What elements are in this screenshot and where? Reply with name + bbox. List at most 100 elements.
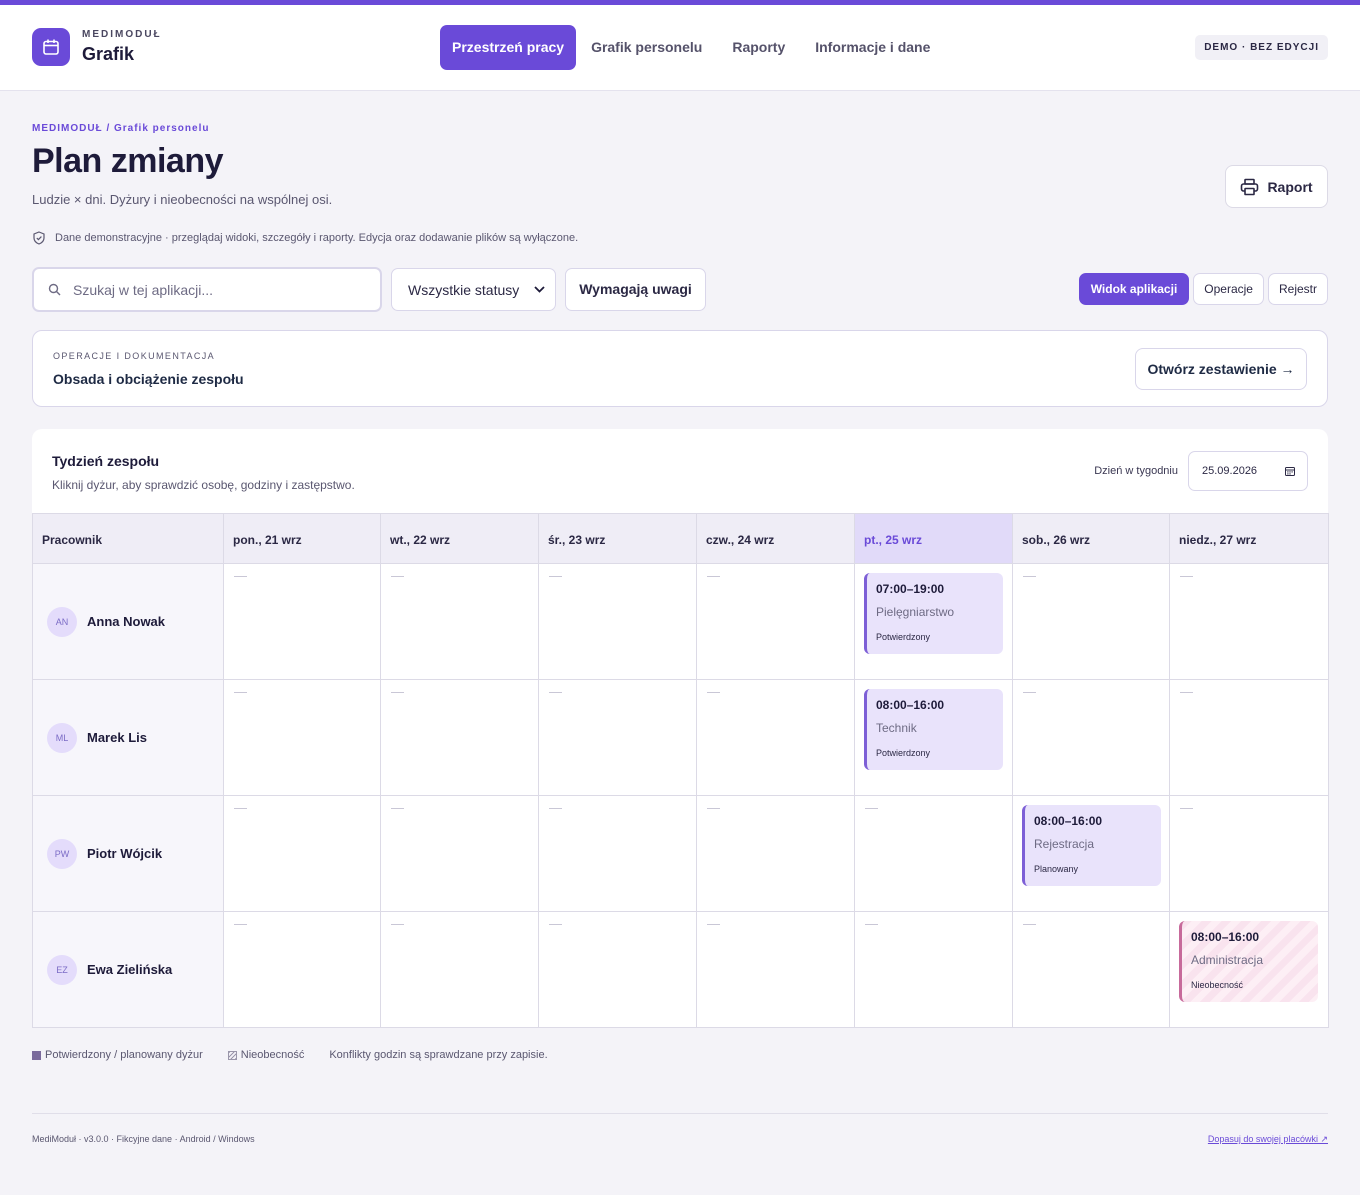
absence-card[interactable]: 08:00–16:00 Administracja Nieobecność — [1179, 921, 1318, 1002]
report-button[interactable]: Raport — [1225, 165, 1328, 208]
employee-cell: ML Marek Lis — [32, 679, 224, 796]
legend-shift: Potwierdzony / planowany dyżur — [32, 1049, 203, 1061]
date-picker[interactable]: 25.09.2026 — [1188, 451, 1308, 491]
empty-dash — [234, 576, 247, 577]
avatar: AN — [47, 606, 77, 637]
empty-dash — [865, 808, 878, 809]
day-cell[interactable] — [538, 911, 697, 1028]
shift-time: 08:00–16:00 — [876, 698, 945, 712]
day-cell[interactable] — [696, 563, 855, 680]
shift-card[interactable]: 08:00–16:00 Technik Potwierdzony — [864, 689, 1003, 770]
shift-card[interactable]: 07:00–19:00 Pielęgniarstwo Potwierdzony — [864, 573, 1003, 654]
day-cell[interactable] — [223, 563, 381, 680]
brand[interactable]: MEDIMODUŁ Grafik — [32, 28, 162, 66]
calendar-icon — [1285, 467, 1295, 476]
day-cell[interactable]: 08:00–16:00 Rejestracja Planowany — [1012, 795, 1170, 912]
empty-dash — [1023, 924, 1036, 925]
page-subtitle: Ludzie × dni. Dyżury i nieobecności na w… — [32, 192, 333, 207]
shift-role: Rejestracja — [1034, 837, 1095, 851]
shift-time: 08:00–16:00 — [1034, 814, 1103, 828]
employee-row: ML Marek Lis 08:00–16:00 Technik Potwierdzon… — [32, 679, 1329, 796]
operations-card: OPERACJE I DOKUMENTACJA Obsada i obciąże… — [32, 330, 1328, 407]
empty-dash — [391, 692, 404, 693]
report-button-label: Raport — [1267, 178, 1313, 195]
shift-role: Administracja — [1191, 953, 1264, 967]
day-cell[interactable] — [223, 795, 381, 912]
day-cell[interactable] — [854, 795, 1013, 912]
grid-header-row: Pracownik pon., 21 wrz wt., 22 wrz śr., 23… — [32, 513, 1329, 564]
day-header: pt., 25 wrz — [854, 513, 1013, 564]
day-cell[interactable] — [538, 795, 697, 912]
day-cell[interactable] — [538, 563, 697, 680]
status-select[interactable]: Wszystkie statusy — [391, 268, 556, 311]
employee-cell: EZ Ewa Zielińska — [32, 911, 224, 1028]
day-cell[interactable] — [696, 911, 855, 1028]
employee-row: AN Anna Nowak 07:00–19:00 Pielęgniarstwo Pot… — [32, 563, 1329, 680]
empty-dash — [707, 924, 720, 925]
tab-app-view[interactable]: Widok aplikacji — [1078, 273, 1190, 305]
day-cell[interactable] — [854, 911, 1013, 1028]
day-cell[interactable] — [380, 563, 539, 680]
shift-role: Pielęgniarstwo — [876, 605, 955, 619]
footer-info: MediModuł · v3.0.0 · Fikcyjne dane · And… — [32, 1134, 255, 1144]
shield-check-icon — [33, 231, 45, 245]
day-cell[interactable]: 07:00–19:00 Pielęgniarstwo Potwierdzony — [854, 563, 1013, 680]
employee-cell: PW Piotr Wójcik — [32, 795, 224, 912]
ops-title: Obsada i obciążenie zespołu — [53, 371, 244, 387]
week-title: Tydzień zespołu — [52, 453, 160, 469]
day-cell[interactable] — [538, 679, 697, 796]
nav-reports[interactable]: Raporty — [717, 25, 800, 70]
empty-dash — [234, 924, 247, 925]
page-title: Plan zmiany — [32, 142, 224, 180]
nav-info-data[interactable]: Informacje i dane — [800, 25, 945, 70]
empty-dash — [549, 808, 562, 809]
day-cell[interactable]: 08:00–16:00 Administracja Nieobecność — [1169, 911, 1329, 1028]
nav-workspace[interactable]: Przestrzeń pracy — [440, 25, 577, 70]
empty-dash — [234, 808, 247, 809]
empty-dash — [1180, 808, 1193, 809]
day-cell[interactable] — [380, 795, 539, 912]
shift-card[interactable]: 08:00–16:00 Rejestracja Planowany — [1022, 805, 1161, 886]
day-header: śr., 23 wrz — [538, 513, 697, 564]
needs-attention-button[interactable]: Wymagają uwagi — [565, 268, 706, 311]
employee-name: Piotr Wójcik — [87, 846, 163, 861]
day-cell[interactable] — [1012, 679, 1170, 796]
empty-dash — [865, 924, 878, 925]
chevron-down-icon — [534, 286, 545, 293]
day-cell[interactable] — [1169, 563, 1329, 680]
empty-dash — [1023, 692, 1036, 693]
day-cell[interactable]: 08:00–16:00 Technik Potwierdzony — [854, 679, 1013, 796]
day-cell[interactable] — [1169, 679, 1329, 796]
day-cell[interactable] — [223, 911, 381, 1028]
open-summary-button[interactable]: Otwórz zestawienie → — [1135, 348, 1307, 390]
day-header: wt., 22 wrz — [380, 513, 539, 564]
shift-status: Potwierdzony — [876, 748, 931, 758]
day-cell[interactable] — [696, 679, 855, 796]
day-cell[interactable] — [696, 795, 855, 912]
day-header: niedz., 27 wrz — [1169, 513, 1329, 564]
day-cell[interactable] — [1012, 911, 1170, 1028]
day-cell[interactable] — [1012, 563, 1170, 680]
day-cell[interactable] — [380, 679, 539, 796]
tab-operations[interactable]: Operacje — [1193, 273, 1264, 305]
shift-status: Potwierdzony — [876, 632, 931, 642]
customize-link[interactable]: Dopasuj do swojej placówki ↗ — [1208, 1134, 1328, 1145]
empty-dash — [234, 692, 247, 693]
empty-dash — [1180, 576, 1193, 577]
empty-dash — [549, 576, 562, 577]
employee-cell: AN Anna Nowak — [32, 563, 224, 680]
day-cell[interactable] — [1169, 795, 1329, 912]
breadcrumb: MEDIMODUŁ / Grafik personelu — [32, 123, 210, 134]
legend-shift-label: Potwierdzony / planowany dyżur — [45, 1049, 203, 1061]
day-cell[interactable] — [223, 679, 381, 796]
day-header: czw., 24 wrz — [696, 513, 855, 564]
empty-dash — [391, 924, 404, 925]
tab-register[interactable]: Rejestr — [1267, 273, 1328, 305]
empty-dash — [1180, 692, 1193, 693]
demo-notice: Dane demonstracyjne · przeglądaj widoki,… — [32, 231, 578, 245]
day-cell[interactable] — [380, 911, 539, 1028]
empty-dash — [1023, 576, 1036, 577]
search-input[interactable] — [73, 281, 353, 298]
ops-kicker: OPERACJE I DOKUMENTACJA — [53, 351, 216, 361]
nav-staff-schedule[interactable]: Grafik personelu — [576, 25, 717, 70]
